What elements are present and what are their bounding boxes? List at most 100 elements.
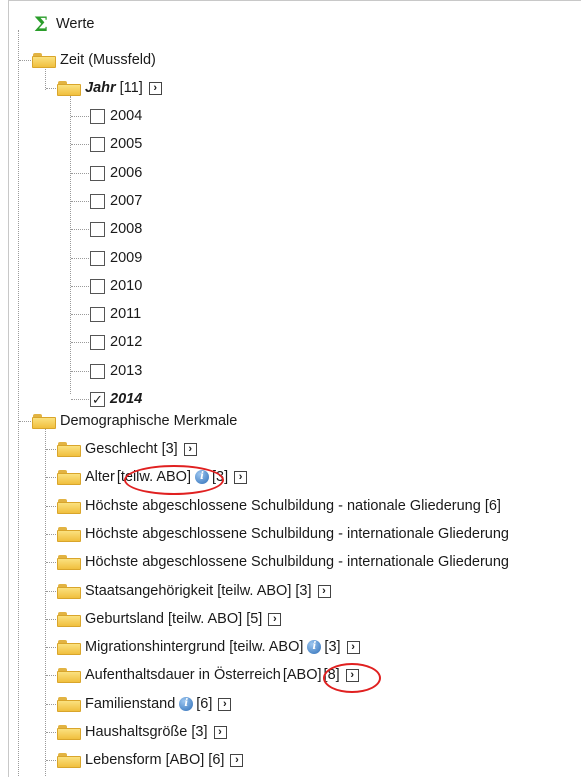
tree-node-zeit[interactable]: Zeit (Mussfeld) (32, 48, 156, 72)
demographic-item[interactable]: Familienstand i [6] › (57, 692, 232, 716)
tree-connector (71, 371, 89, 372)
tree-connector (46, 760, 56, 761)
checkbox[interactable] (90, 306, 105, 322)
year-item[interactable]: 2008 (90, 217, 142, 241)
jahr-label: Jahr (85, 80, 116, 96)
year-label: 2011 (110, 306, 142, 322)
tree-connector (70, 96, 71, 394)
chevron-right-icon[interactable]: › (218, 697, 232, 711)
demographic-item[interactable]: Höchste abgeschlossene Schulbildung - in… (57, 550, 509, 574)
demographic-label: Höchste abgeschlossene Schulbildung - na… (85, 498, 501, 514)
tree-connector (18, 30, 19, 776)
tree-root-werte[interactable]: Σ Werte (32, 12, 95, 36)
checkbox[interactable] (90, 221, 105, 237)
year-item[interactable]: 2012 (90, 330, 142, 354)
tree-connector (71, 258, 89, 259)
info-icon[interactable]: i (179, 697, 194, 711)
folder-icon (57, 526, 81, 542)
folder-icon (57, 80, 81, 96)
tree-connector (71, 286, 89, 287)
year-label: 2006 (110, 165, 143, 181)
chevron-right-icon[interactable]: › (213, 725, 227, 739)
checkbox[interactable] (90, 108, 105, 124)
year-item[interactable]: 2005 (90, 132, 142, 156)
folder-icon (57, 724, 81, 740)
folder-icon (57, 441, 81, 457)
checkbox[interactable] (90, 193, 105, 209)
demographic-item[interactable]: Geburtsland [teilw. ABO] [5] › (57, 607, 282, 631)
demographic-item[interactable]: Lebensform [ABO] [6] › (57, 748, 244, 772)
year-label: 2014 (110, 391, 143, 407)
chevron-right-icon[interactable]: › (317, 584, 331, 598)
tree-connector (19, 421, 31, 422)
demographic-label: Höchste abgeschlossene Schulbildung - in… (85, 554, 509, 570)
tree-node-jahr[interactable]: Jahr [11] › (57, 76, 162, 100)
demographic-label: Haushaltsgröße [3] (85, 724, 208, 740)
demographic-label: Geschlecht [3] (85, 441, 178, 457)
year-label: 2012 (110, 334, 143, 350)
checkbox[interactable] (90, 165, 105, 181)
demographic-item[interactable]: Migrationshintergrund [teilw. ABO] i [3] › (57, 635, 360, 659)
demographic-item[interactable]: Geschlecht [3] › (57, 437, 197, 461)
tree-connector (46, 534, 56, 535)
year-item[interactable]: 2009 (90, 246, 142, 270)
year-label: 2008 (110, 221, 143, 237)
demographic-label: Geburtsland [teilw. ABO] [5] (85, 611, 263, 627)
demographic-item[interactable]: Haushaltsgröße [3] › (57, 720, 227, 744)
tree-root-label: Werte (56, 16, 95, 32)
tree-connector (71, 399, 89, 400)
folder-icon (57, 667, 81, 683)
sigma-icon: Σ (33, 12, 49, 36)
folder-icon (57, 583, 81, 599)
chevron-right-icon[interactable]: › (230, 753, 244, 767)
tree-node-demographische[interactable]: Demographische Merkmale (32, 409, 237, 433)
folder-icon (57, 752, 81, 768)
tree-connector (19, 60, 31, 61)
checkbox[interactable] (90, 363, 105, 379)
tree-connector (71, 342, 89, 343)
demographic-item[interactable]: Staatsangehörigkeit [teilw. ABO] [3] › (57, 579, 331, 603)
checkbox[interactable] (90, 136, 105, 152)
year-label: 2009 (110, 250, 143, 266)
demographic-item[interactable]: Höchste abgeschlossene Schulbildung - in… (57, 522, 509, 546)
checkbox[interactable] (90, 278, 105, 294)
year-label: 2013 (110, 363, 143, 379)
year-item[interactable]: 2006 (90, 161, 142, 185)
demographic-label: Migrationshintergrund [teilw. ABO] (85, 639, 304, 655)
year-label: 2004 (110, 108, 143, 124)
year-label: 2007 (110, 193, 143, 209)
folder-icon (57, 554, 81, 570)
tree-node-label: Zeit (Mussfeld) (60, 52, 156, 68)
tree-connector (46, 704, 56, 705)
demographic-item[interactable]: Aufenthaltsdauer in Österreich [ABO] [8] › (57, 663, 359, 687)
folder-icon (57, 696, 81, 712)
tree-connector (46, 88, 56, 89)
item-count: [3] (324, 639, 341, 655)
demographic-label: Höchste abgeschlossene Schulbildung - in… (85, 526, 509, 542)
checkbox[interactable] (90, 250, 105, 266)
year-item[interactable]: 2013 (90, 359, 142, 383)
checkbox[interactable] (90, 334, 105, 350)
tree-connector (46, 732, 56, 733)
tree-connector (46, 562, 56, 563)
tree-connector (46, 647, 56, 648)
chevron-right-icon[interactable]: › (183, 442, 197, 456)
year-item[interactable]: 2004 (90, 104, 142, 128)
checked-checkbox[interactable]: ✓ (90, 391, 105, 407)
chevron-right-icon[interactable]: › (268, 612, 282, 626)
year-item[interactable]: 2011 (90, 302, 141, 326)
year-item[interactable]: 2007 (90, 189, 142, 213)
highlight-circle (124, 465, 224, 495)
chevron-right-icon[interactable]: › (346, 640, 360, 654)
tree-node-label: Demographische Merkmale (60, 413, 238, 429)
year-item[interactable]: 2010 (90, 274, 142, 298)
highlight-circle (323, 663, 381, 693)
year-item[interactable]: ✓ 2014 (90, 387, 142, 411)
demographic-label: Staatsangehörigkeit [teilw. ABO] [3] (85, 583, 312, 599)
chevron-right-icon[interactable]: › (148, 81, 162, 95)
info-icon[interactable]: i (307, 640, 322, 654)
folder-icon (57, 639, 81, 655)
demographic-item[interactable]: Höchste abgeschlossene Schulbildung - na… (57, 494, 501, 518)
folder-icon (32, 52, 56, 68)
chevron-right-icon[interactable]: › (234, 470, 248, 484)
